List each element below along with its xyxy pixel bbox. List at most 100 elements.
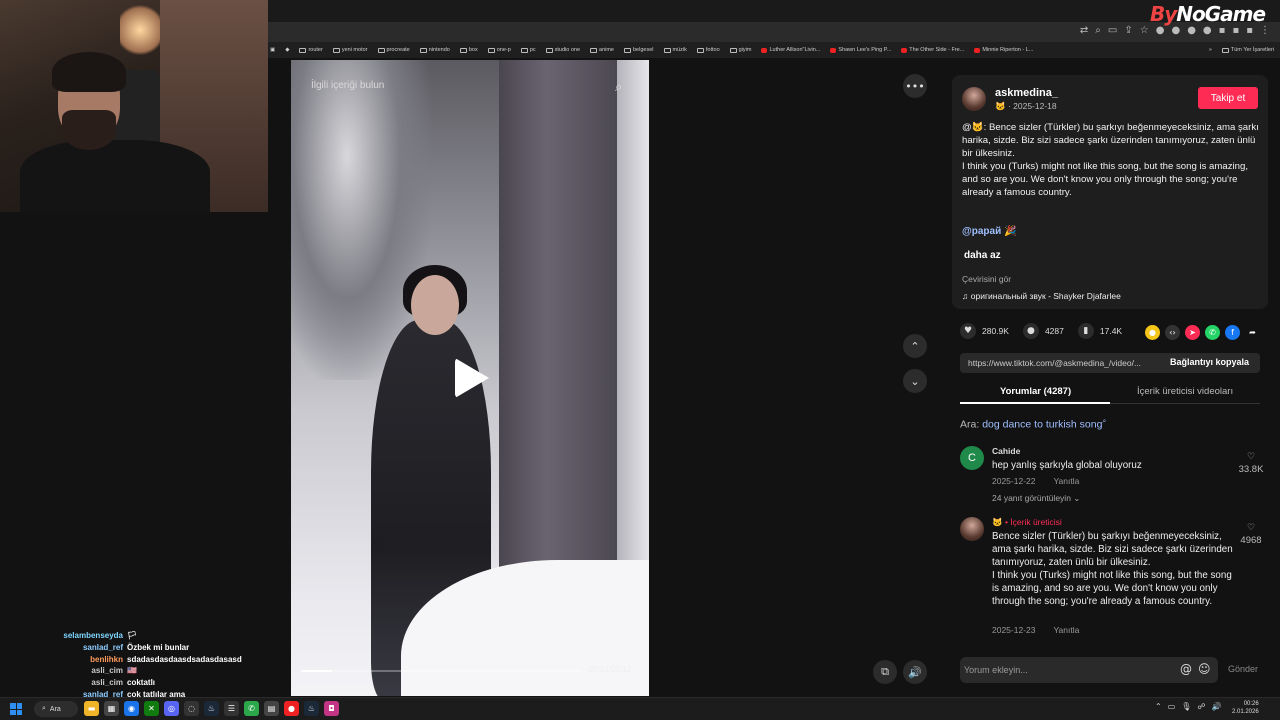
- steam-icon[interactable]: ♨: [304, 701, 319, 716]
- video-player[interactable]: İlgili içeriği bulun ⌕ 00:01/00:12: [291, 60, 649, 696]
- extension-icon[interactable]: ▪: [1219, 25, 1226, 36]
- app-icon[interactable]: ▦: [104, 701, 119, 716]
- bookmark-item[interactable]: yeni motor: [332, 47, 368, 53]
- share-page-icon[interactable]: ⇪: [1124, 25, 1132, 36]
- instagram-icon[interactable]: ◘: [324, 701, 339, 716]
- bookmark-item[interactable]: Luther Allison"Livin...: [761, 47, 820, 53]
- follow-button[interactable]: Takip et: [1198, 87, 1258, 109]
- browser-toolbar: ⇄ ⌕ ▭ ⇪ ☆ ● ● ● ● ▪ ▪ ▪ ⋮: [268, 22, 1280, 42]
- volume-button[interactable]: 🔊: [903, 660, 927, 684]
- bookmark-item[interactable]: anime: [590, 47, 614, 53]
- author-name[interactable]: askmedina_: [995, 87, 1058, 99]
- video-url[interactable]: https://www.tiktok.com/@askmedina_/video…: [968, 358, 1168, 368]
- more-options-button[interactable]: •••: [903, 74, 927, 98]
- volume-icon[interactable]: 🔊: [1212, 702, 1222, 711]
- app-icon[interactable]: ▤: [264, 701, 279, 716]
- app-icon[interactable]: ☰: [224, 701, 239, 716]
- pip-button[interactable]: ⧉: [873, 660, 897, 684]
- comment-input[interactable]: [960, 657, 1170, 683]
- commenter-name[interactable]: Cahide: [992, 446, 1020, 456]
- whatsapp-icon[interactable]: ✆: [244, 701, 259, 716]
- bookmark-item[interactable]: router: [299, 47, 323, 53]
- emoji-icon[interactable]: ☺: [1198, 662, 1211, 676]
- search-suggestion-link[interactable]: dog dance to turkish song: [982, 419, 1102, 431]
- comment-like[interactable]: ♡ 33.8K: [1236, 452, 1266, 475]
- facebook-icon[interactable]: f: [1225, 325, 1240, 340]
- app-icon[interactable]: ▭: [1168, 702, 1176, 711]
- app-icon[interactable]: ◌: [184, 701, 199, 716]
- extension-icon[interactable]: ●: [1171, 25, 1180, 36]
- chrome-icon[interactable]: ◉: [124, 701, 139, 716]
- play-icon[interactable]: [455, 358, 489, 398]
- reply-button[interactable]: Yanıtla: [1053, 476, 1079, 486]
- copy-link-button[interactable]: Bağlantıyı kopyala: [1170, 357, 1249, 367]
- extension-icon[interactable]: ●: [1203, 25, 1212, 36]
- embed-icon[interactable]: ‹›: [1165, 325, 1180, 340]
- bookmark-item[interactable]: fottoo: [696, 47, 720, 53]
- discord-icon[interactable]: ◎: [164, 701, 179, 716]
- bookmark-icon[interactable]: ▣: [270, 47, 275, 53]
- taskbar-search[interactable]: ⌕ Ara: [34, 701, 78, 717]
- zoom-icon[interactable]: ⌕: [1095, 25, 1101, 36]
- next-video-button[interactable]: ⌄: [903, 369, 927, 393]
- video-progress-bar[interactable]: [301, 670, 581, 672]
- folder-icon: [545, 47, 553, 53]
- bookmark-item[interactable]: Minnie Riperton - L...: [974, 47, 1033, 53]
- all-bookmarks-button[interactable]: Tüm Yer İşaretleri: [1221, 47, 1274, 53]
- show-less-button[interactable]: daha az: [964, 250, 1001, 261]
- author-avatar[interactable]: [962, 87, 986, 111]
- start-button[interactable]: [10, 703, 22, 715]
- network-icon[interactable]: ☍: [1197, 702, 1205, 711]
- mention-icon[interactable]: @: [1180, 662, 1192, 676]
- bookmark-item[interactable]: müzik: [663, 47, 687, 53]
- search-icon[interactable]: ⌕: [615, 80, 622, 95]
- tab-comments[interactable]: Yorumlar (4287): [1000, 386, 1071, 397]
- commenter-avatar[interactable]: C: [960, 446, 984, 470]
- send-comment-button[interactable]: Gönder: [1228, 664, 1258, 674]
- related-content-search[interactable]: İlgili içeriği bulun: [311, 80, 384, 91]
- bookmark-item[interactable]: Shawn Lee's Ping P...: [830, 47, 891, 53]
- save-action[interactable]: ▮ 17.4K: [1077, 323, 1122, 339]
- cast-icon[interactable]: ▭: [1108, 25, 1117, 36]
- extension-icon[interactable]: ●: [1187, 25, 1196, 36]
- taskbar-clock[interactable]: 00:26 2.01.2026: [1232, 700, 1259, 716]
- bookmark-icon[interactable]: ◆: [285, 47, 289, 53]
- previous-video-button[interactable]: ⌃: [903, 334, 927, 358]
- bookmark-item[interactable]: studio one: [545, 47, 580, 53]
- bookmark-item[interactable]: belgesel: [624, 47, 654, 53]
- menu-icon[interactable]: ⋮: [1260, 25, 1270, 36]
- app-icon[interactable]: ●: [284, 701, 299, 716]
- bookmark-item[interactable]: pc: [520, 47, 536, 53]
- bookmark-item[interactable]: nintendo: [419, 47, 450, 53]
- microphone-icon[interactable]: 🎙: [1181, 702, 1191, 711]
- extension-icon[interactable]: ●: [1156, 25, 1165, 36]
- reply-button[interactable]: Yanıtla: [1053, 625, 1079, 635]
- share-icon[interactable]: ➦: [1245, 325, 1260, 340]
- bookmark-item[interactable]: The Other Side - Fre...: [901, 47, 964, 53]
- bookmark-item[interactable]: giyim: [729, 47, 751, 53]
- view-replies-button[interactable]: 24 yanıt görüntüleyin ⌄: [992, 493, 1080, 504]
- bookmark-item[interactable]: one-p: [487, 47, 511, 53]
- tab-creator-videos[interactable]: İçerik üreticisi videoları: [1137, 386, 1233, 397]
- commenter-avatar[interactable]: [960, 517, 984, 541]
- star-icon[interactable]: ☆: [1140, 25, 1149, 36]
- extension-icon[interactable]: ▪: [1232, 25, 1239, 36]
- bookmark-item[interactable]: box: [459, 47, 478, 53]
- like-action[interactable]: ♥ 280.9K: [960, 323, 1009, 339]
- whatsapp-icon[interactable]: ✆: [1205, 325, 1220, 340]
- see-translation-button[interactable]: Çevirisini gör: [962, 274, 1011, 284]
- comment-action[interactable]: ● 4287: [1022, 323, 1064, 339]
- coin-icon[interactable]: ●: [1145, 325, 1160, 340]
- file-explorer-icon[interactable]: ▬: [84, 701, 99, 716]
- send-icon[interactable]: ➤: [1185, 325, 1200, 340]
- chevron-up-icon[interactable]: ⌃: [1155, 702, 1162, 711]
- extension-icon[interactable]: ▪: [1246, 25, 1253, 36]
- mention-link[interactable]: @papaй 🎉: [962, 226, 1016, 237]
- translate-icon[interactable]: ⇄: [1080, 25, 1088, 36]
- music-link[interactable]: ♫ оригинальный звук - Shayker Djafarlee: [962, 291, 1121, 301]
- bookmark-item[interactable]: procreate: [377, 47, 410, 53]
- xbox-icon[interactable]: ✕: [144, 701, 159, 716]
- comment-like[interactable]: ♡ 4968: [1236, 523, 1266, 546]
- steam-icon[interactable]: ♨: [204, 701, 219, 716]
- more-bookmarks-icon[interactable]: »: [1209, 47, 1212, 53]
